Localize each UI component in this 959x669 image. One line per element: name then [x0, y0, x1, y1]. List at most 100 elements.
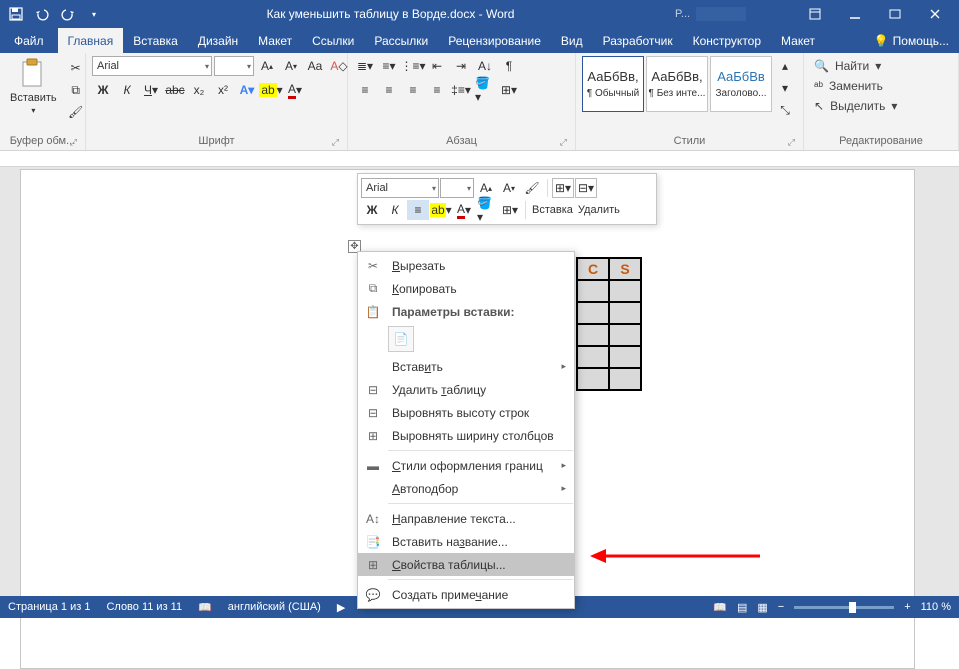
redo-button[interactable] — [56, 2, 80, 26]
font-size-combo[interactable]: ▾ — [214, 56, 254, 76]
tab-design[interactable]: Дизайн — [188, 28, 248, 53]
tab-references[interactable]: Ссылки — [302, 28, 364, 53]
zoom-in-button[interactable]: + — [904, 601, 910, 613]
bold-button[interactable]: Ж — [92, 80, 114, 100]
decrease-indent-button[interactable]: ⇤ — [426, 56, 448, 76]
format-painter-button[interactable]: 🖌 — [65, 102, 87, 122]
undo-button[interactable] — [30, 2, 54, 26]
styles-launcher[interactable]: ⤢ — [788, 137, 795, 148]
cm-text-direction[interactable]: A↕Направление текста... — [358, 507, 574, 530]
tab-file[interactable]: Файл — [0, 28, 58, 53]
paste-button[interactable]: Вставить ▾ — [6, 56, 61, 117]
cm-new-comment[interactable]: 💬Создать примечание — [358, 583, 574, 606]
copy-button[interactable]: ⧉ — [65, 80, 87, 100]
strike-button[interactable]: abc — [164, 80, 186, 100]
italic-button[interactable]: К — [116, 80, 138, 100]
cm-cut[interactable]: ✂Вырезать — [358, 254, 574, 277]
mini-italic[interactable]: К — [384, 200, 406, 220]
bullets-button[interactable]: ≣▾ — [354, 56, 376, 76]
status-language[interactable]: английский (США) — [228, 601, 321, 613]
replace-button[interactable]: ᵃᵇЗаменить — [810, 76, 901, 96]
mini-borders[interactable]: ⊞▾ — [499, 200, 521, 220]
paste-keep-source[interactable]: 📄 — [388, 326, 414, 352]
mini-bold[interactable]: Ж — [361, 200, 383, 220]
style-no-spacing[interactable]: АаБбВв, ¶ Без инте... — [646, 56, 708, 112]
horizontal-ruler[interactable] — [0, 151, 959, 167]
tab-mailings[interactable]: Рассылки — [364, 28, 438, 53]
zoom-thumb[interactable] — [849, 602, 856, 613]
select-button[interactable]: ↖Выделить ▾ — [810, 96, 901, 116]
change-case-button[interactable]: Aa — [304, 56, 326, 76]
close-button[interactable] — [915, 0, 955, 28]
cm-delete-table[interactable]: ⊟Удалить таблицу — [358, 378, 574, 401]
tell-me[interactable]: 💡 Помощь... — [864, 28, 959, 53]
mini-align[interactable]: ≡ — [407, 200, 429, 220]
clipboard-launcher[interactable]: ⤢ — [70, 137, 77, 148]
shrink-font-button[interactable]: A▾ — [280, 56, 302, 76]
mini-format-painter[interactable]: 🖌 — [521, 178, 543, 198]
mini-delete-split[interactable]: ⊟▾ — [575, 178, 597, 198]
font-color-button[interactable]: A▾ — [284, 80, 306, 100]
cm-table-properties[interactable]: ⊞Свойства таблицы... — [358, 553, 574, 576]
clear-format-button[interactable]: A◇ — [328, 56, 350, 76]
line-spacing-button[interactable]: ‡≡▾ — [450, 80, 472, 100]
status-page[interactable]: Страница 1 из 1 — [8, 601, 90, 613]
mini-insert-split[interactable]: ⊞▾ — [552, 178, 574, 198]
cut-button[interactable]: ✂ — [65, 58, 87, 78]
font-name-combo[interactable]: Arial▾ — [92, 56, 212, 76]
styles-down[interactable]: ▾ — [774, 78, 796, 98]
cm-dist-rows[interactable]: ⊟Выровнять высоту строк — [358, 401, 574, 424]
mini-size-combo[interactable]: ▾ — [440, 178, 474, 198]
save-button[interactable] — [4, 2, 28, 26]
cm-insert-caption[interactable]: 📑Вставить название... — [358, 530, 574, 553]
status-proofing-icon[interactable]: 📖 — [198, 601, 212, 614]
font-launcher[interactable]: ⤢ — [332, 137, 339, 148]
maximize-button[interactable] — [875, 0, 915, 28]
show-marks-button[interactable]: ¶ — [498, 56, 520, 76]
qat-customize[interactable]: ▾ — [82, 2, 106, 26]
styles-more[interactable]: ⤡ — [774, 100, 796, 120]
view-read-mode[interactable]: 📖 — [713, 601, 727, 614]
tab-layout[interactable]: Макет — [248, 28, 302, 53]
multilevel-button[interactable]: ⋮≡▾ — [402, 56, 424, 76]
tab-table-design[interactable]: Конструктор — [683, 28, 771, 53]
numbering-button[interactable]: ≡▾ — [378, 56, 400, 76]
zoom-slider[interactable] — [794, 606, 894, 609]
style-heading1[interactable]: АаБбВв Заголово... — [710, 56, 772, 112]
increase-indent-button[interactable]: ⇥ — [450, 56, 472, 76]
borders-button[interactable]: ⊞▾ — [498, 80, 520, 100]
cm-border-styles[interactable]: ▬Стили оформления границ▸ — [358, 454, 574, 477]
ribbon-display-button[interactable] — [795, 0, 835, 28]
shading-button[interactable]: 🪣▾ — [474, 80, 496, 100]
tab-home[interactable]: Главная — [58, 28, 124, 53]
text-effects-button[interactable]: A▾ — [236, 80, 258, 100]
subscript-button[interactable]: x₂ — [188, 80, 210, 100]
mini-highlight[interactable]: ab▾ — [430, 200, 452, 220]
grow-font-button[interactable]: A▴ — [256, 56, 278, 76]
zoom-value[interactable]: 110 % — [921, 601, 951, 613]
zoom-out-button[interactable]: − — [778, 601, 784, 613]
paragraph-launcher[interactable]: ⤢ — [560, 137, 567, 148]
styles-up[interactable]: ▴ — [774, 56, 796, 76]
tab-review[interactable]: Рецензирование — [438, 28, 551, 53]
mini-font-color[interactable]: A▾ — [453, 200, 475, 220]
sort-button[interactable]: A↓ — [474, 56, 496, 76]
cm-dist-cols[interactable]: ⊞Выровнять ширину столбцов — [358, 424, 574, 447]
view-print-layout[interactable]: ▤ — [737, 601, 747, 614]
mini-font-combo[interactable]: Arial▾ — [361, 178, 439, 198]
tab-insert[interactable]: Вставка — [123, 28, 188, 53]
status-words[interactable]: Слово 11 из 11 — [106, 601, 182, 613]
cell-c[interactable]: C — [577, 258, 609, 280]
align-left-button[interactable]: ≡ — [354, 80, 376, 100]
tab-view[interactable]: Вид — [551, 28, 593, 53]
status-macro-icon[interactable]: ▶ — [337, 601, 345, 614]
mini-shrink-font[interactable]: A▾ — [498, 178, 520, 198]
underline-button[interactable]: Ч▾ — [140, 80, 162, 100]
justify-button[interactable]: ≡ — [426, 80, 448, 100]
mini-shading[interactable]: 🪣▾ — [476, 200, 498, 220]
align-center-button[interactable]: ≡ — [378, 80, 400, 100]
align-right-button[interactable]: ≡ — [402, 80, 424, 100]
tab-table-layout[interactable]: Макет — [771, 28, 825, 53]
cm-insert[interactable]: Вставить▸ — [358, 355, 574, 378]
mini-grow-font[interactable]: A▴ — [475, 178, 497, 198]
